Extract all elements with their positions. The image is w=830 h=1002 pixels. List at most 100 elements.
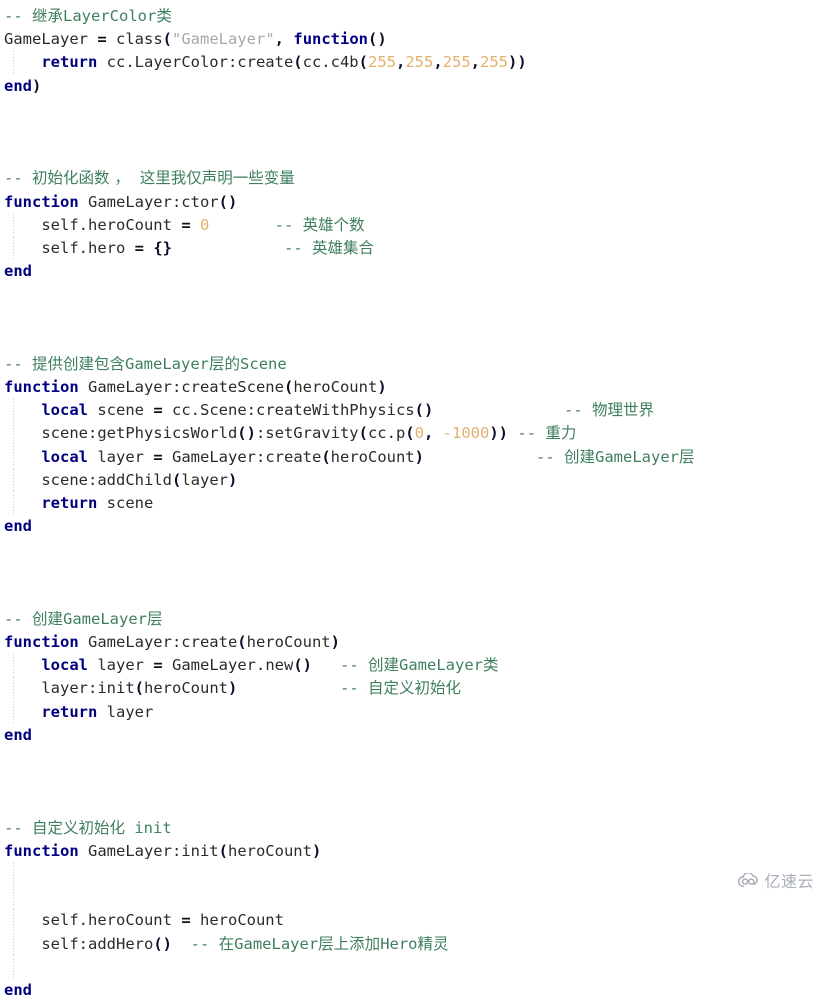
code-line xyxy=(4,862,830,887)
token-com: GameLayer xyxy=(399,656,484,675)
indent-guide xyxy=(13,862,14,887)
token-com: 层的 xyxy=(209,354,241,373)
token-plain: GameLayer:ctor xyxy=(78,192,219,211)
token-plain: :setGravity xyxy=(255,424,359,443)
token-punc: ) xyxy=(377,378,387,396)
code-line: local scene = cc.Scene:createWithPhysics… xyxy=(4,399,830,423)
token-op: = xyxy=(153,656,163,675)
token-plain: GameLayer:create xyxy=(78,633,238,652)
code-line: local layer = GameLayer:create(heroCount… xyxy=(4,445,830,469)
token-punc: () xyxy=(218,192,238,211)
code-line: scene:getPhysicsWorld():setGravity(cc.p(… xyxy=(4,422,830,446)
code-line: -- 自定义初始化 init xyxy=(4,817,830,840)
code-line: end) xyxy=(4,75,830,98)
token-punc: ( xyxy=(237,633,247,652)
token-plain: heroCount xyxy=(293,378,378,396)
token-plain: self.heroCount xyxy=(41,215,182,234)
code-line: -- 继承LayerColor类 xyxy=(4,5,830,28)
token-com: Scene xyxy=(240,354,287,373)
token-com: 精灵 xyxy=(417,934,449,953)
token-op: = xyxy=(153,447,163,466)
token-punc: ( xyxy=(293,53,303,72)
token-kw: return xyxy=(41,702,98,721)
token-com: 提供创建包含 xyxy=(32,354,126,373)
token-num: -1000 xyxy=(442,424,490,443)
token-com: Hero xyxy=(380,934,418,953)
token-com: 重力 xyxy=(545,424,577,443)
token-com: 类 xyxy=(483,656,499,675)
token-punc: ) xyxy=(330,633,340,652)
indent-guide xyxy=(13,468,14,492)
token-punc: ( xyxy=(358,424,368,443)
indent-guide xyxy=(13,445,14,469)
token-plain: cc.p xyxy=(367,424,406,443)
token-plain: self:addHero xyxy=(41,934,154,953)
token-com: 层 xyxy=(147,609,163,628)
token-kw: local xyxy=(41,656,88,675)
token-punc: () xyxy=(368,30,387,49)
token-plain: GameLayer xyxy=(4,30,98,49)
token-punc: () xyxy=(237,424,256,443)
code-listing: -- 继承LayerColor类 GameLayer = class("GameL… xyxy=(0,0,830,1002)
code-line: -- 初始化函数 ， 这里我仅声明一些变量 xyxy=(4,167,830,190)
token-punc: () xyxy=(414,401,434,420)
token-punc: ( xyxy=(218,841,228,860)
token-plain: layer xyxy=(181,470,228,489)
indent-guide xyxy=(13,955,14,979)
token-com: GameLayer xyxy=(125,354,210,373)
indent-guide xyxy=(13,51,14,75)
code-line: function GameLayer:createScene(heroCount… xyxy=(4,376,830,399)
code-line: self.heroCount = heroCount xyxy=(4,909,830,933)
token-kw: end xyxy=(4,262,32,281)
token-com: -- xyxy=(4,609,32,628)
token-plain: self.hero xyxy=(41,238,135,257)
token-com: 层上添加 xyxy=(318,934,381,953)
indent-guide xyxy=(13,886,14,910)
code-line xyxy=(4,886,830,910)
token-com: 自定义初始化 xyxy=(368,679,462,698)
code-line: end xyxy=(4,979,830,1002)
code-line: end xyxy=(4,515,830,538)
token-kw: function xyxy=(4,841,79,860)
token-plain: heroCount xyxy=(330,447,415,466)
token-com: 物理世界 xyxy=(591,401,654,420)
code-line: function GameLayer:create(heroCount) xyxy=(4,631,830,654)
token-punc: )) xyxy=(489,424,509,443)
token-punc: ( xyxy=(321,447,331,466)
cloud-icon xyxy=(737,872,759,888)
token-punc: , xyxy=(433,53,443,72)
token-com: GameLayer xyxy=(63,609,148,628)
token-plain: scene:getPhysicsWorld xyxy=(41,424,238,443)
code-line: layer:init(heroCount) -- 自定义初始化 xyxy=(4,677,830,701)
indent-guide xyxy=(13,909,14,933)
token-plain: layer xyxy=(97,702,154,721)
token-punc: () xyxy=(153,934,172,953)
token-kw: function xyxy=(4,633,79,652)
token-com: -- xyxy=(340,656,368,675)
token-com: -- xyxy=(535,447,564,466)
token-com: 在 xyxy=(218,934,235,953)
indent-guide xyxy=(13,236,14,261)
token-punc: ( xyxy=(283,378,294,396)
token-kw: end xyxy=(4,725,32,744)
token-com: -- xyxy=(4,354,32,373)
